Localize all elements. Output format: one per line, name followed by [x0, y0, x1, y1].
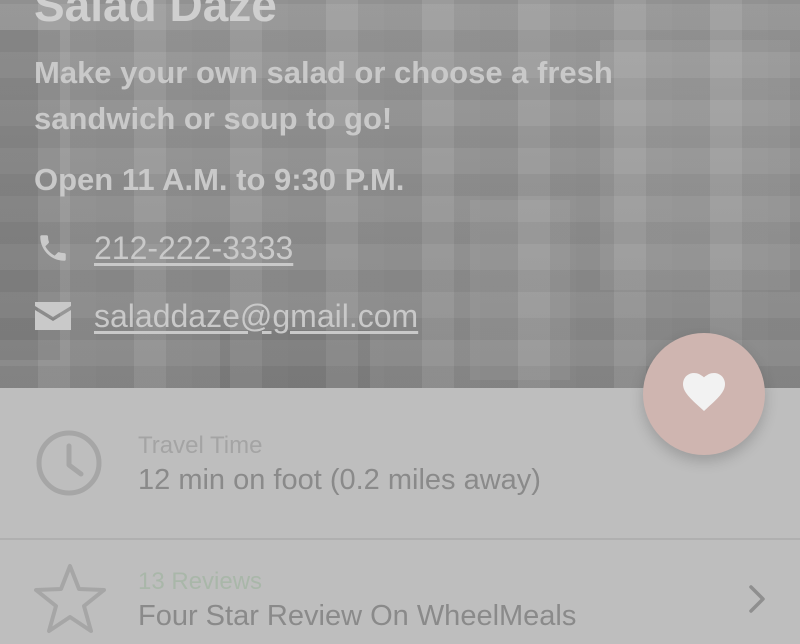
chevron-right-icon[interactable] — [742, 584, 772, 614]
phone-link[interactable]: 212-222-3333 — [94, 230, 293, 267]
clock-icon — [34, 428, 104, 498]
phone-icon — [34, 229, 72, 267]
background-photo-detail — [470, 200, 570, 380]
background-photo-detail — [220, 330, 370, 388]
email-row[interactable]: saladdaze@gmail.com — [34, 296, 418, 336]
envelope-icon — [34, 297, 72, 335]
travel-time-value: 12 min on foot (0.2 miles away) — [138, 464, 541, 496]
star-outline-icon — [34, 562, 106, 634]
travel-time-label: Travel Time — [138, 432, 263, 459]
reviews-count-label: 13 Reviews — [138, 568, 263, 595]
reviews-row[interactable]: 13 Reviews Four Star Review On WheelMeal… — [0, 540, 800, 644]
phone-row[interactable]: 212-222-3333 — [34, 228, 293, 268]
restaurant-header: Salad Daze Make your own salad or choose… — [0, 0, 800, 388]
email-link[interactable]: saladdaze@gmail.com — [94, 298, 418, 335]
heart-icon — [682, 372, 726, 417]
favorite-button[interactable] — [643, 333, 765, 455]
opening-hours: Open 11 A.M. to 9:30 P.M. — [34, 162, 405, 197]
review-summary: Four Star Review On WheelMeals — [138, 600, 577, 632]
restaurant-name: Salad Daze — [34, 0, 277, 31]
restaurant-detail-screen: Salad Daze Make your own salad or choose… — [0, 0, 800, 644]
restaurant-description: Make your own salad or choose a fresh sa… — [34, 55, 613, 136]
